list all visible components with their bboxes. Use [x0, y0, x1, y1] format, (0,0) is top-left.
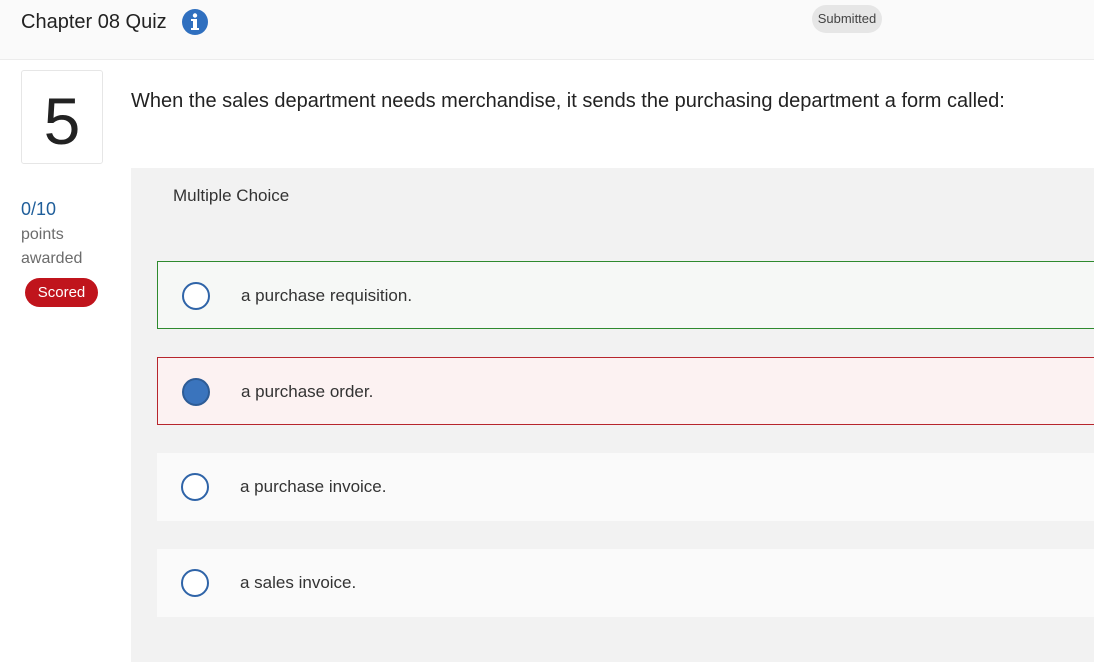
choice-text: a sales invoice. — [240, 573, 357, 592]
points-value: 0/10 — [21, 199, 57, 219]
choice-option[interactable]: a purchase order. — [157, 357, 1094, 425]
radio-button[interactable] — [181, 569, 209, 597]
choice-option[interactable]: a sales invoice. — [157, 549, 1094, 617]
points-label-text: points awarded — [21, 226, 83, 267]
choice-text: a purchase requisition. — [241, 286, 413, 305]
question-number: 5 — [43, 84, 81, 158]
choice-text: a purchase invoice. — [240, 477, 387, 496]
quiz-title: Chapter 08 Quiz — [21, 11, 167, 33]
choice-text: a purchase order. — [241, 382, 374, 401]
status-badge: Submitted — [812, 5, 882, 33]
question-type-label: Multiple Choice — [173, 186, 290, 205]
radio-button[interactable] — [182, 282, 210, 310]
question-text: When the sales department needs merchand… — [131, 90, 1005, 112]
choice-option[interactable]: a purchase requisition. — [157, 261, 1094, 329]
points-label: points awarded — [21, 223, 91, 271]
quiz-header: Chapter 08 Quiz Submitted — [0, 0, 1094, 60]
radio-button-selected[interactable] — [182, 378, 210, 406]
info-icon[interactable] — [181, 8, 209, 36]
scored-badge: Scored — [25, 278, 98, 307]
choice-option[interactable]: a purchase invoice. — [157, 453, 1094, 521]
radio-button[interactable] — [181, 473, 209, 501]
question-number-box: 5 — [21, 70, 103, 164]
